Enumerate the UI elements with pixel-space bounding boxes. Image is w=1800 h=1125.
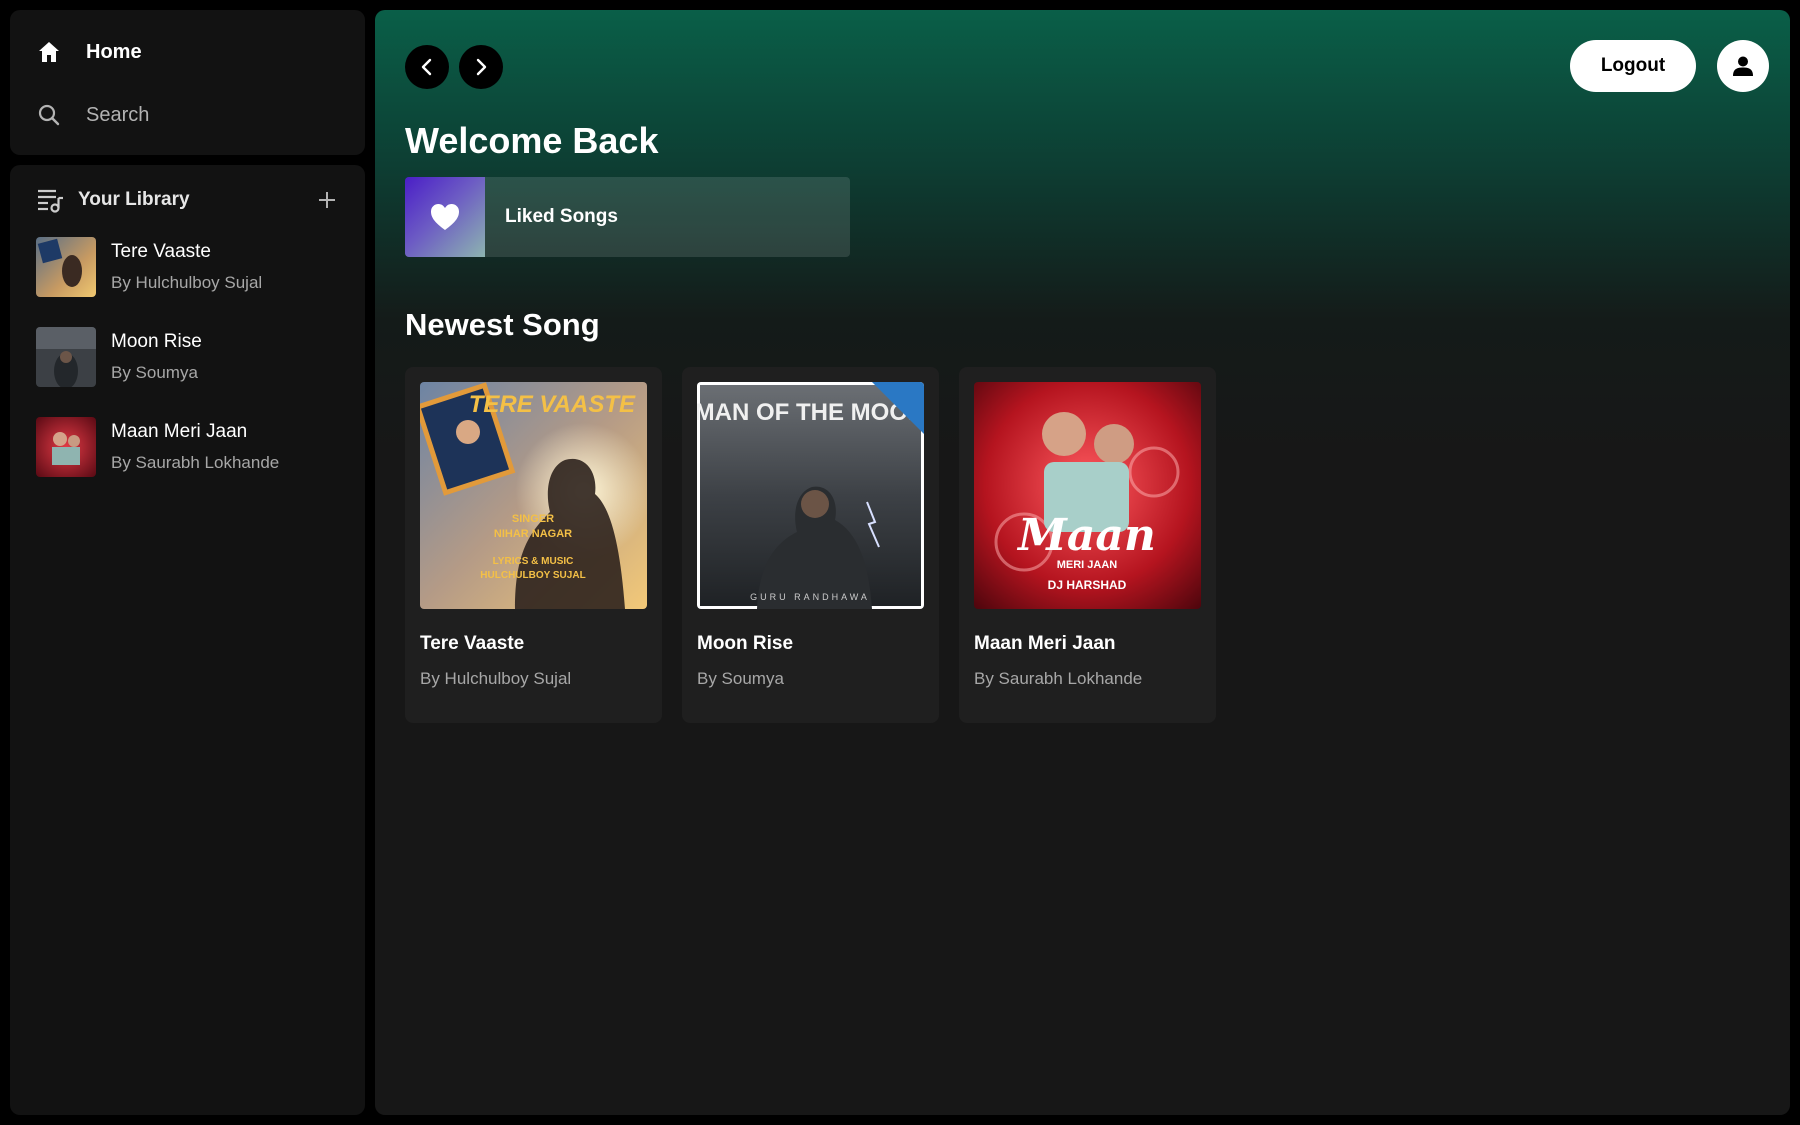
liked-songs-card[interactable]: Liked Songs [405, 177, 850, 257]
song-artist: By Soumya [697, 669, 784, 688]
svg-text:MERI JAAN: MERI JAAN [1057, 559, 1118, 571]
library-item-artist: By Soumya [111, 363, 198, 382]
back-button[interactable] [405, 45, 449, 89]
svg-text:SINGER: SINGER [512, 513, 554, 525]
profile-button[interactable] [1717, 40, 1769, 92]
library-item-artist: By Hulchulboy Sujal [111, 273, 263, 292]
song-cover: MAN OF THE MOON GURU RANDHAWA [697, 382, 924, 609]
sidebar-item-search[interactable]: Search [36, 95, 339, 135]
history-nav [405, 45, 503, 89]
song-card[interactable]: MAN OF THE MOON GURU RANDHAWA Moon Rise … [682, 367, 939, 723]
song-name: Maan Meri Jaan [974, 633, 1116, 654]
song-artist: By Hulchulboy Sujal [420, 669, 572, 688]
library-item-cover [36, 327, 96, 387]
main-content: Logout Welcome Back Liked Songs Newest S… [375, 10, 1790, 1115]
app: Home Search Your Library Tere Vaaste By … [0, 0, 1800, 1125]
sidebar-item-label: Home [86, 40, 142, 63]
song-artist: By Saurabh Lokhande [974, 669, 1143, 688]
heart-icon [430, 203, 460, 231]
song-name: Moon Rise [697, 633, 794, 654]
song-name: Tere Vaaste [420, 633, 525, 654]
sidebar-nav: Home Search [10, 10, 365, 155]
library-item-artist: By Saurabh Lokhande [111, 453, 280, 472]
library-title[interactable]: Your Library [78, 189, 315, 211]
sidebar-item-label: Search [86, 103, 150, 126]
library-panel: Your Library Tere Vaaste By Hulchulboy S… [10, 165, 365, 1115]
search-icon [36, 102, 62, 128]
library-item-name: Moon Rise [111, 331, 202, 352]
song-grid: TERE VAASTE SINGER NIHAR NAGAR LYRICS & … [405, 367, 1216, 723]
user-icon [1732, 55, 1754, 77]
add-icon[interactable] [315, 188, 339, 212]
library-item[interactable]: Moon Rise By Soumya [36, 327, 339, 387]
cover-title: TERE VAASTE [469, 391, 636, 418]
chevron-right-icon [471, 57, 491, 77]
library-item-name: Maan Meri Jaan [111, 421, 248, 442]
svg-text:LYRICS & MUSIC: LYRICS & MUSIC [493, 556, 574, 567]
cover-title: MAN OF THE MOON [697, 399, 924, 426]
song-cover: Maan MERI JAAN DJ HARSHAD [974, 382, 1201, 609]
svg-text:GURU RANDHAWA: GURU RANDHAWA [750, 592, 870, 602]
svg-text:DJ HARSHAD: DJ HARSHAD [1048, 578, 1127, 592]
page-title: Welcome Back [405, 120, 659, 161]
library-item-name: Tere Vaaste [111, 241, 211, 262]
home-icon [36, 39, 62, 65]
forward-button[interactable] [459, 45, 503, 89]
liked-songs-label: Liked Songs [505, 206, 618, 227]
library-icon [36, 186, 64, 214]
svg-text:HULCHULBOY SUJAL: HULCHULBOY SUJAL [480, 570, 585, 581]
library-item[interactable]: Maan Meri Jaan By Saurabh Lokhande [36, 417, 339, 477]
library-item-cover [36, 237, 96, 297]
song-cover: TERE VAASTE SINGER NIHAR NAGAR LYRICS & … [420, 382, 647, 609]
svg-text:NIHAR NAGAR: NIHAR NAGAR [494, 528, 572, 540]
cover-title: Maan [1016, 510, 1156, 561]
song-card[interactable]: TERE VAASTE SINGER NIHAR NAGAR LYRICS & … [405, 367, 662, 723]
song-card[interactable]: Maan MERI JAAN DJ HARSHAD Maan Meri Jaan… [959, 367, 1216, 723]
logout-button[interactable]: Logout [1570, 40, 1696, 92]
library-item-cover [36, 417, 96, 477]
chevron-left-icon [417, 57, 437, 77]
section-title: Newest Song [405, 307, 600, 342]
liked-songs-cover [405, 177, 485, 257]
library-item[interactable]: Tere Vaaste By Hulchulboy Sujal [36, 237, 339, 297]
library-header: Your Library [36, 185, 339, 215]
sidebar-item-home[interactable]: Home [36, 32, 339, 72]
